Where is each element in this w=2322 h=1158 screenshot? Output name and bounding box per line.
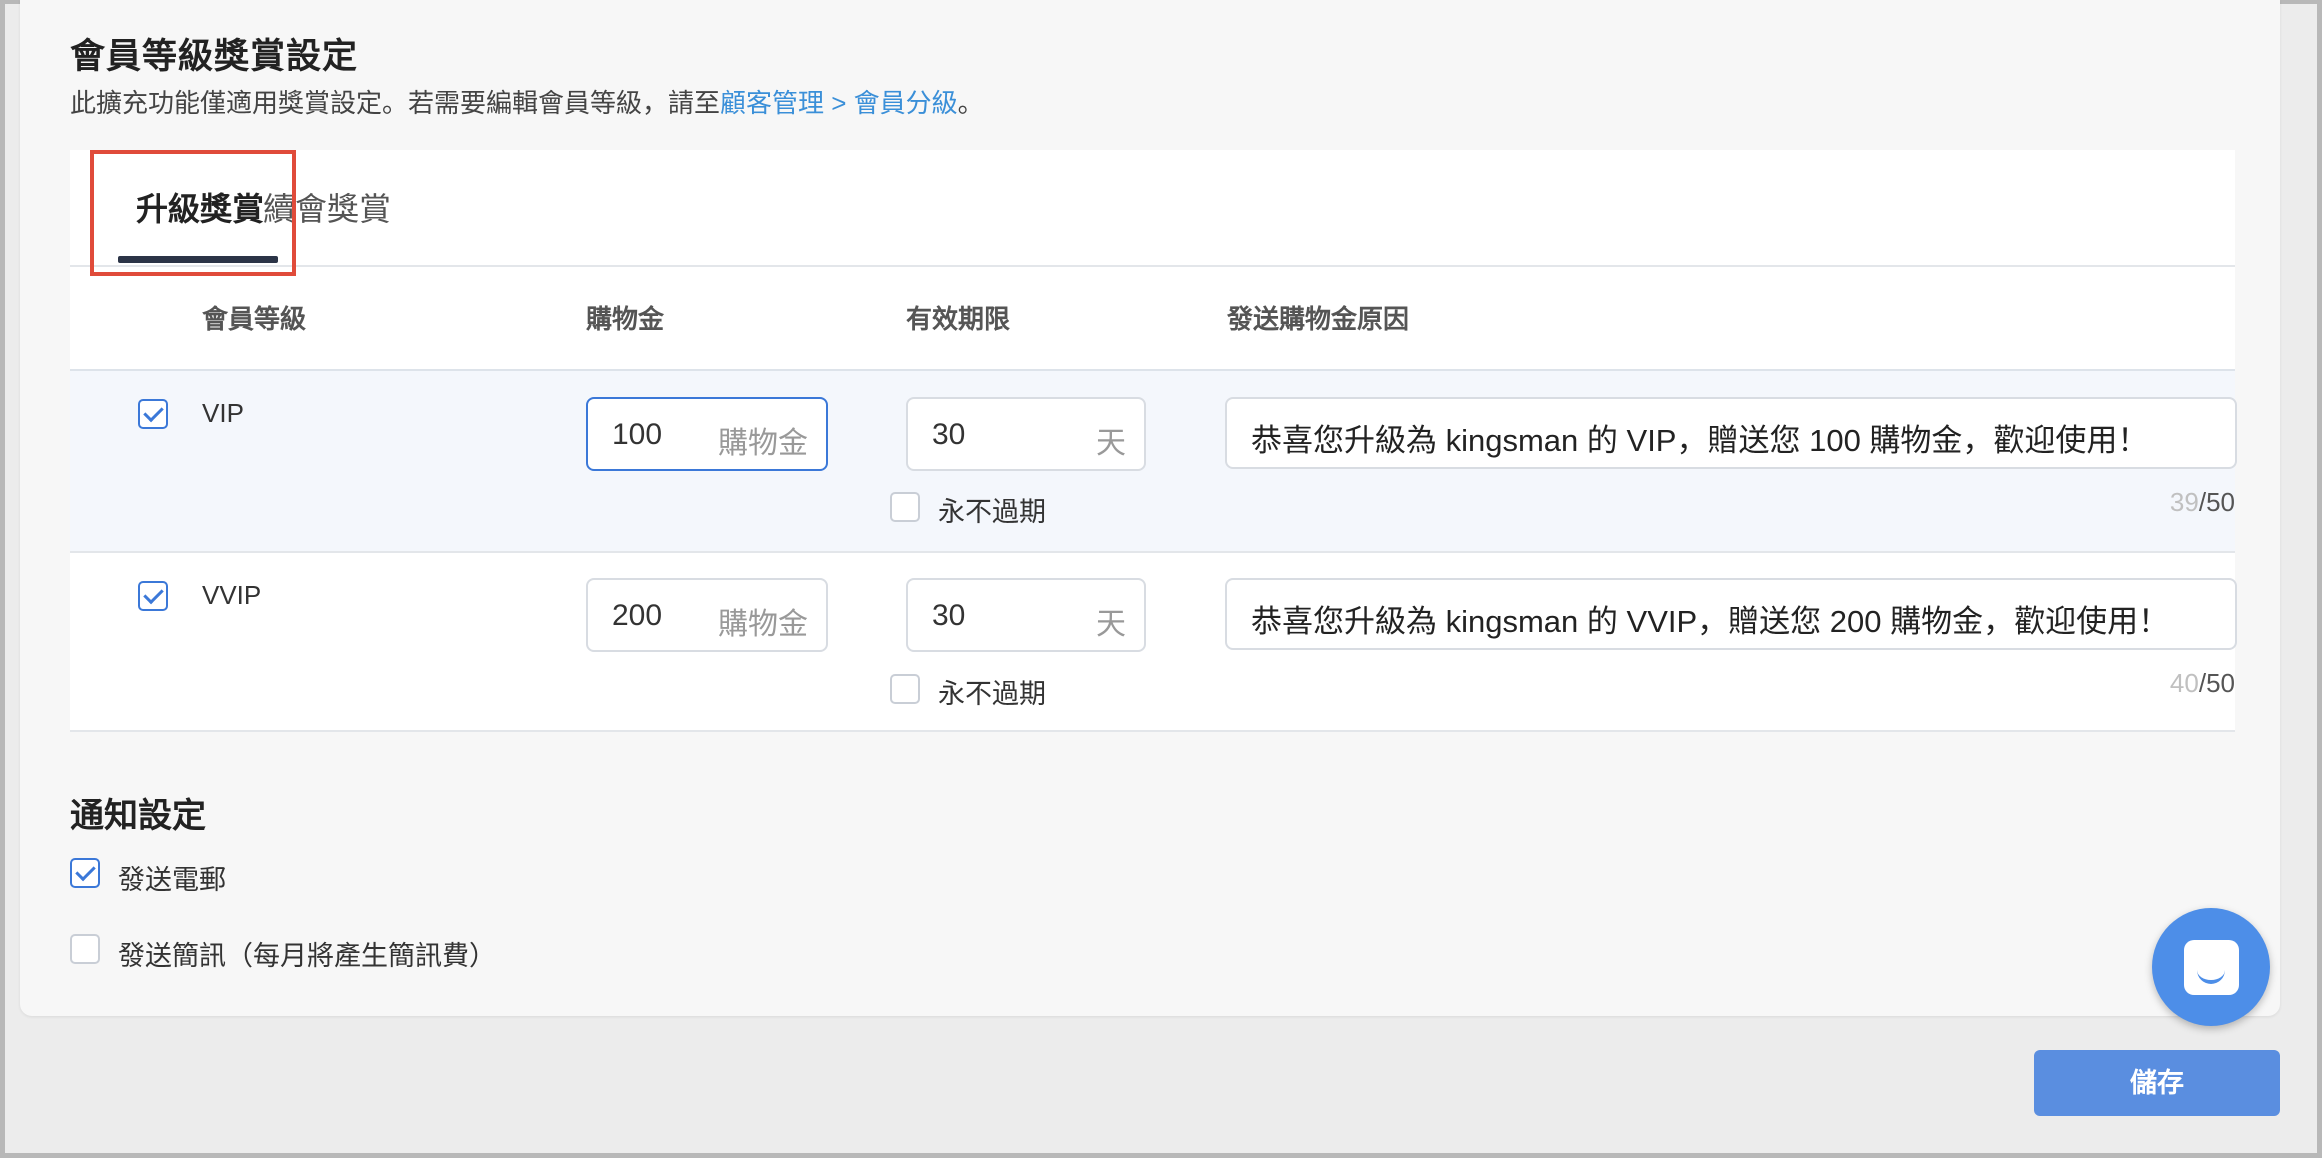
never-expire-label: 永不過期 (938, 679, 1046, 709)
char-count-max: /50 (2198, 487, 2235, 517)
char-count-max: /50 (2198, 668, 2235, 698)
never-expire-checkbox[interactable] (890, 674, 920, 704)
days-value: 30 (932, 418, 966, 451)
char-counter: 40/50 (2170, 668, 2235, 699)
credit-value: 100 (612, 418, 663, 451)
table-row: VIP 100 購物金 30 天 永不過期 恭喜您升級為 kingsman 的 … (70, 371, 2237, 553)
table-header: 會員等級 購物金 有效期限 發送購物金原因 (70, 267, 2235, 371)
email-checkbox[interactable] (70, 858, 100, 888)
notification-title: 通知設定 (70, 797, 206, 835)
column-header-credit: 購物金 (586, 304, 665, 334)
reason-input[interactable]: 恭喜您升級為 kingsman 的 VVIP，贈送您 200 購物金，歡迎使用！ (1225, 578, 2237, 650)
save-button[interactable]: 儲存 (2034, 1050, 2280, 1116)
chat-bubble-icon (2184, 940, 2239, 995)
char-count-used: 40 (2169, 668, 2199, 698)
reward-tabs: 升級獎賞 續會獎賞 (70, 150, 2235, 276)
sms-checkbox[interactable] (70, 934, 100, 964)
level-name: VIP (202, 398, 244, 428)
chat-launcher-button[interactable] (2152, 908, 2270, 1026)
days-input[interactable]: 30 天 (906, 578, 1146, 652)
rewards-panel: 升級獎賞 續會獎賞 會員等級 購物金 有效期限 發送購物金原因 VIP 100 … (70, 150, 2237, 732)
page-title: 會員等級獎賞設定 (70, 37, 359, 76)
reason-input[interactable]: 恭喜您升級為 kingsman 的 VIP，贈送您 100 購物金，歡迎使用！ (1225, 397, 2237, 469)
credit-value: 200 (612, 599, 663, 632)
tab-upgrade-reward[interactable]: 升級獎賞 (136, 184, 264, 230)
table-row: VVIP 200 購物金 30 天 永不過期 恭喜您升級為 kingsman 的… (70, 553, 2237, 732)
never-expire-label: 永不過期 (938, 497, 1046, 527)
credit-unit: 購物金 (718, 427, 808, 460)
never-expire-checkbox[interactable] (890, 492, 920, 522)
subtitle-text: 此擴充功能僅適用獎賞設定。若需要編輯會員等級，請至 (70, 88, 721, 118)
row-checkbox-vvip[interactable] (138, 581, 168, 611)
credit-input[interactable]: 200 購物金 (586, 578, 828, 652)
reason-text: 恭喜您升級為 kingsman 的 VVIP，贈送您 200 購物金，歡迎使用！ (1251, 604, 2170, 639)
days-unit: 天 (1096, 427, 1126, 460)
email-label: 發送電郵 (118, 865, 226, 895)
row-checkbox-vip[interactable] (138, 399, 168, 429)
column-header-validity: 有效期限 (906, 304, 1011, 334)
reason-text: 恭喜您升級為 kingsman 的 VIP，贈送您 100 購物金，歡迎使用！ (1251, 423, 2149, 458)
customer-tier-link[interactable]: 顧客管理 > 會員分級 (720, 88, 958, 118)
column-header-reason: 發送購物金原因 (1227, 304, 1410, 334)
sms-label: 發送簡訊（每月將產生簡訊費） (118, 941, 496, 971)
page-subtitle: 此擴充功能僅適用獎賞設定。若需要編輯會員等級，請至顧客管理 > 會員分級。 (70, 83, 984, 120)
char-count-used: 39 (2169, 487, 2199, 517)
char-counter: 39/50 (2170, 487, 2235, 518)
column-header-level: 會員等級 (202, 304, 307, 334)
credit-unit: 購物金 (718, 608, 808, 641)
days-unit: 天 (1096, 608, 1126, 641)
active-tab-indicator (118, 256, 278, 263)
settings-card: 會員等級獎賞設定 此擴充功能僅適用獎賞設定。若需要編輯會員等級，請至顧客管理 >… (20, 0, 2280, 1016)
days-value: 30 (932, 599, 966, 632)
days-input[interactable]: 30 天 (906, 397, 1146, 471)
tab-renewal-reward[interactable]: 續會獎賞 (263, 184, 391, 230)
credit-input[interactable]: 100 購物金 (586, 397, 828, 471)
subtitle-suffix: 。 (957, 88, 984, 118)
level-name: VVIP (202, 580, 262, 610)
